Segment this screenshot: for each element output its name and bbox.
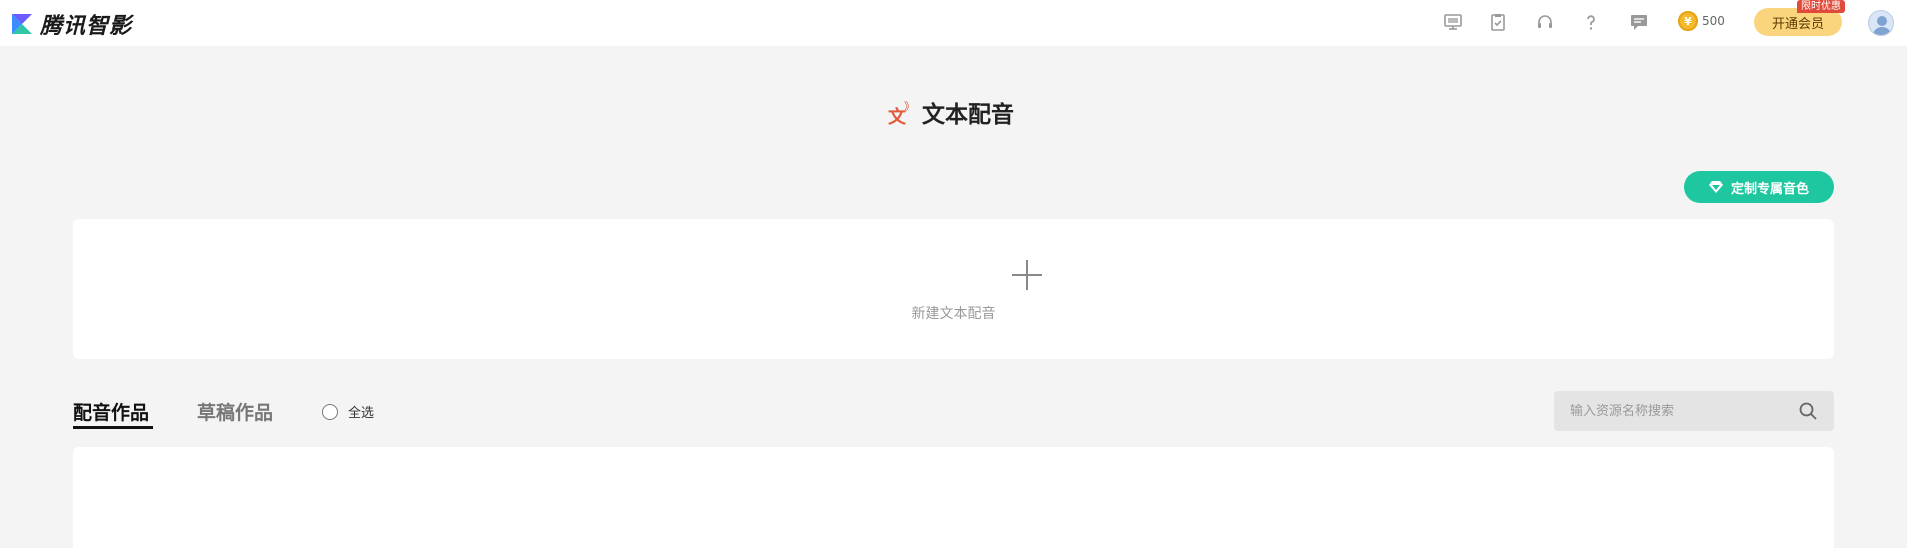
- vip-promo-badge: 限时优惠: [1797, 0, 1845, 13]
- coin-count: 500: [1702, 14, 1725, 28]
- search-box: [1554, 391, 1834, 431]
- custom-voice-button[interactable]: 定制专属音色: [1684, 171, 1834, 203]
- plus-icon: [1012, 260, 1042, 290]
- message-icon[interactable]: [1628, 11, 1650, 33]
- app-name: 腾讯智影: [40, 14, 133, 39]
- page-title-text: 文本配音: [922, 102, 1014, 128]
- tab-voice-works[interactable]: 配音作品: [73, 398, 149, 425]
- coin-balance[interactable]: ¥ 500: [1678, 11, 1725, 31]
- tab-draft-works[interactable]: 草稿作品: [197, 398, 273, 425]
- top-bar: 腾讯智影 ¥ 500 开通会员 限时优惠: [0, 0, 1907, 46]
- select-all[interactable]: 全选: [322, 402, 374, 421]
- page-title: 文 》 文本配音: [888, 95, 1014, 129]
- coin-icon: ¥: [1678, 11, 1698, 31]
- works-list: [73, 447, 1834, 548]
- text-voice-icon: 文 》: [888, 100, 915, 128]
- select-all-label: 全选: [348, 406, 375, 421]
- monitor-icon[interactable]: [1442, 11, 1464, 33]
- new-text-voice-card[interactable]: 新建文本配音: [73, 219, 1834, 359]
- active-tab-indicator: [73, 426, 153, 429]
- headset-icon[interactable]: [1534, 11, 1556, 33]
- diamond-icon: [1708, 181, 1723, 193]
- new-text-voice-label: 新建文本配音: [911, 306, 996, 322]
- search-icon[interactable]: [1798, 401, 1818, 421]
- custom-voice-label: 定制专属音色: [1730, 181, 1809, 197]
- logo-icon: [12, 14, 32, 34]
- help-icon[interactable]: [1580, 11, 1602, 33]
- clipboard-icon[interactable]: [1487, 11, 1509, 33]
- select-all-radio[interactable]: [322, 403, 338, 420]
- app-logo[interactable]: 腾讯智影: [10, 8, 132, 40]
- avatar[interactable]: [1868, 10, 1894, 36]
- search-input[interactable]: [1554, 391, 1794, 431]
